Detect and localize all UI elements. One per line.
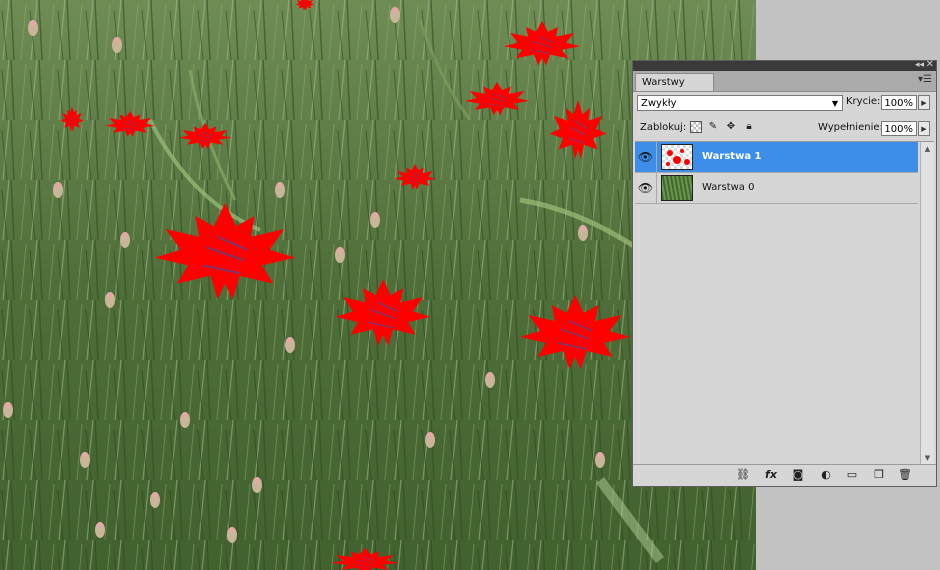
- new-layer-icon[interactable]: ❐: [871, 468, 887, 482]
- adjustment-icon[interactable]: ◐: [818, 468, 834, 482]
- eye-icon[interactable]: 👁︎: [635, 142, 657, 172]
- fill-label: Wypełnienie:: [818, 122, 883, 133]
- panel-menu-icon[interactable]: ▾☰: [918, 74, 932, 85]
- layer-thumbnail: [661, 144, 693, 170]
- scroll-down-icon[interactable]: ▼: [922, 453, 933, 464]
- scroll-up-icon[interactable]: ▲: [922, 144, 933, 155]
- layers-scrollbar[interactable]: ▲ ▼: [920, 142, 934, 466]
- fill-arrow-icon[interactable]: ▶: [918, 121, 930, 136]
- fill-input[interactable]: 100%: [881, 121, 917, 136]
- blend-mode-select[interactable]: Zwykły ▼: [637, 95, 843, 111]
- opacity-arrow-icon[interactable]: ▶: [918, 95, 930, 110]
- trash-icon[interactable]: 🗑︎: [897, 468, 913, 482]
- layer-name: Warstwa 1: [702, 151, 762, 162]
- folder-icon[interactable]: ▭: [844, 468, 860, 482]
- layer-row-warstwa-1[interactable]: 👁︎ Warstwa 1: [635, 142, 918, 173]
- panel-title-bar[interactable]: ◂◂ ✕: [633, 59, 936, 71]
- tab-layers[interactable]: Warstwy: [635, 73, 714, 91]
- lock-label: Zablokuj:: [640, 122, 687, 133]
- mask-icon[interactable]: ◙: [790, 468, 806, 482]
- chevron-down-icon: ▼: [831, 99, 838, 108]
- link-icon[interactable]: ⛓: [735, 468, 751, 482]
- layer-row-warstwa-0[interactable]: 👁︎ Warstwa 0: [635, 173, 918, 204]
- close-icon[interactable]: ✕: [926, 59, 934, 71]
- lock-all-icon[interactable]: 🔒︎: [743, 121, 755, 133]
- layers-list: 👁︎ Warstwa 1 👁︎ Warstwa 0 ▲ ▼: [635, 141, 934, 466]
- layers-panel: ◂◂ ✕ Warstwy ▾☰ Zwykły ▼ Krycie: 100% ▶ …: [632, 59, 937, 487]
- collapse-icon[interactable]: ◂◂: [915, 59, 924, 71]
- layer-name: Warstwa 0: [702, 182, 755, 193]
- lock-transparency-icon[interactable]: [690, 121, 702, 133]
- eye-icon[interactable]: 👁︎: [635, 173, 657, 203]
- layer-thumbnail: [661, 175, 693, 201]
- panel-bottom-bar: ⛓ fx ◙ ◐ ▭ ❐ 🗑︎: [633, 464, 936, 486]
- lock-brush-icon[interactable]: ✎: [707, 121, 719, 133]
- opacity-input[interactable]: 100%: [881, 95, 917, 110]
- lock-move-icon[interactable]: ✥: [725, 121, 737, 133]
- fx-icon[interactable]: fx: [763, 468, 779, 482]
- panel-tab-row: Warstwy ▾☰: [633, 71, 936, 92]
- blend-mode-value: Zwykły: [641, 98, 677, 109]
- opacity-label: Krycie:: [846, 96, 881, 107]
